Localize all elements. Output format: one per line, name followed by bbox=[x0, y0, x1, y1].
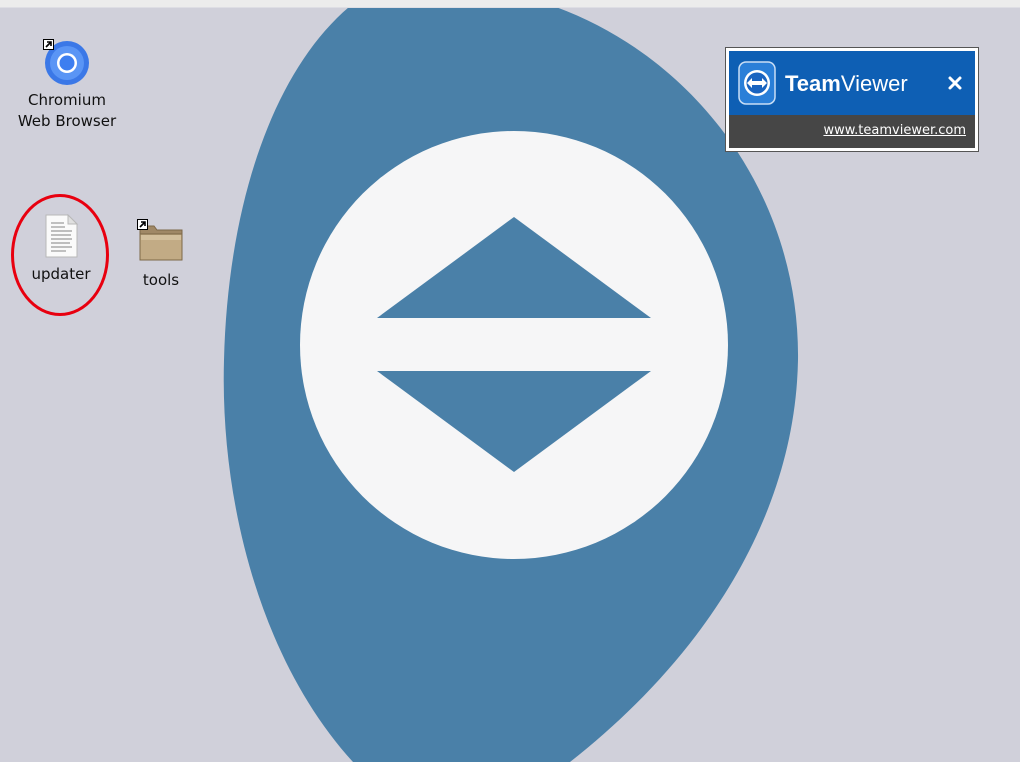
shortcut-arrow-icon bbox=[43, 39, 54, 50]
top-panel-strip bbox=[0, 0, 1020, 8]
tools-label: tools bbox=[142, 271, 180, 289]
text-file-icon bbox=[42, 213, 80, 258]
teamviewer-brand: TeamViewer bbox=[785, 71, 908, 97]
teamviewer-logo-icon bbox=[738, 61, 776, 105]
chromium-icon bbox=[43, 39, 90, 86]
desktop-icon-updater[interactable]: updater bbox=[20, 213, 102, 285]
teamviewer-popup: TeamViewer www.teamviewer.com bbox=[725, 47, 979, 152]
teamviewer-header: TeamViewer bbox=[729, 51, 975, 115]
desktop: Chromium Web Browser updater tools TeamV… bbox=[0, 0, 1020, 762]
desktop-icon-chromium[interactable]: Chromium Web Browser bbox=[10, 39, 124, 132]
teamviewer-footer: www.teamviewer.com bbox=[729, 115, 975, 148]
desktop-icon-label: Chromium Web Browser bbox=[10, 90, 124, 132]
desktop-icon-tools[interactable]: tools bbox=[124, 219, 198, 291]
shortcut-arrow-icon bbox=[137, 219, 148, 230]
wallpaper-circle bbox=[300, 131, 728, 559]
close-icon[interactable] bbox=[945, 73, 965, 93]
teamviewer-website-link[interactable]: www.teamviewer.com bbox=[823, 123, 966, 138]
chromium-label-line2: Web Browser bbox=[17, 112, 117, 130]
teamviewer-brand-bold: Team bbox=[785, 71, 841, 96]
teamviewer-brand-regular: Viewer bbox=[840, 71, 908, 96]
folder-icon bbox=[137, 219, 184, 262]
chromium-label-line1: Chromium bbox=[28, 91, 106, 109]
updater-label: updater bbox=[31, 265, 91, 283]
